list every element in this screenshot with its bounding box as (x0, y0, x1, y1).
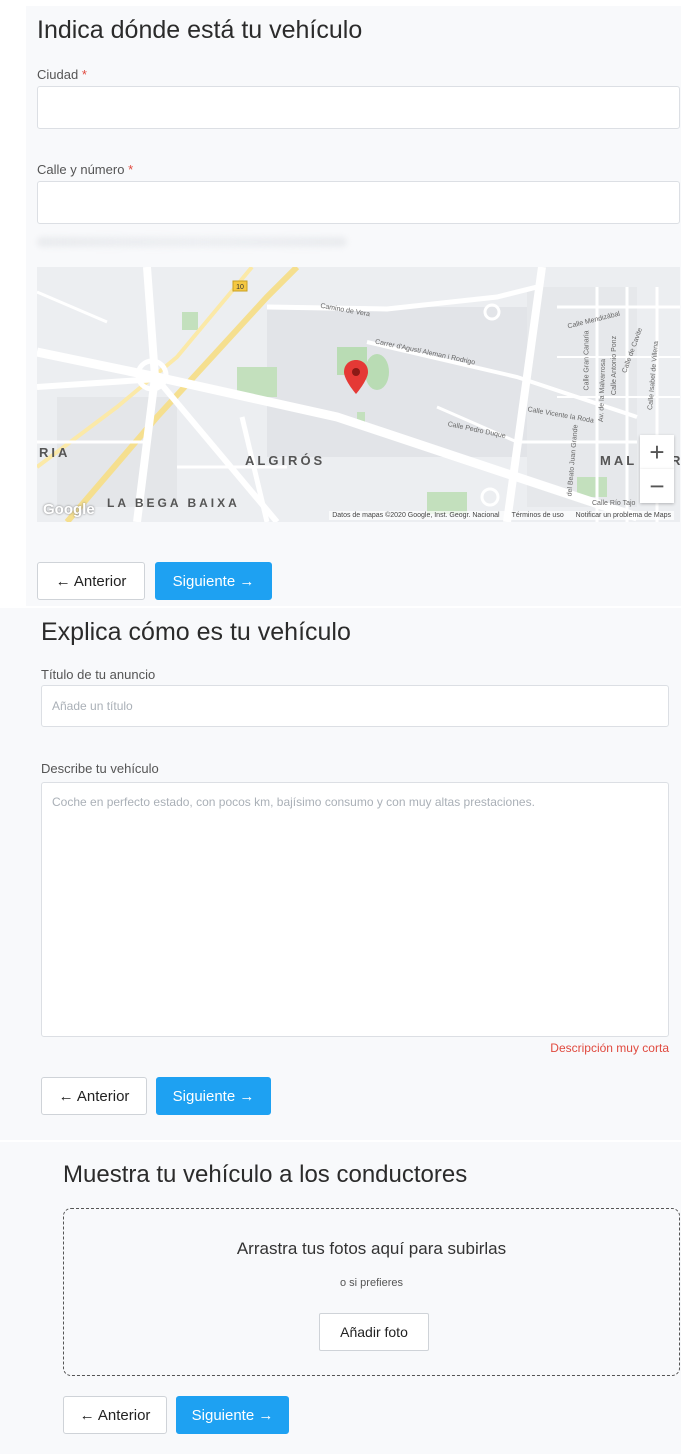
street-label-antonio-ponz: Calle Antonio Ponz (611, 335, 619, 396)
location-next-button[interactable]: Siguiente → (155, 562, 272, 600)
street-label: Calle y número * (37, 162, 134, 177)
dropzone-text: Arrastra tus fotos aquí para subirlas (236, 1239, 507, 1258)
dropzone-or-text: o si prefieres (340, 1277, 403, 1289)
description-title: Explica cómo es tu vehículo (41, 618, 351, 646)
district-label-algiros: ALGIRÓS (245, 453, 326, 468)
location-title: Indica dónde está tu vehículo (37, 16, 363, 44)
description-prev-button[interactable]: ← Anterior (41, 1077, 147, 1115)
district-label-ria: RIA (39, 445, 71, 460)
map-report-link[interactable]: Notificar un problema de Maps (576, 512, 671, 519)
district-label-la-bega-baixa: LA BEGA BAIXA (107, 496, 240, 510)
photo-dropzone[interactable]: Arrastra tus fotos aquí para subirlas o … (63, 1208, 680, 1376)
zoom-in-icon[interactable]: + (640, 435, 674, 469)
add-photo-button[interactable]: Añadir foto (319, 1313, 429, 1351)
city-input[interactable] (37, 86, 680, 129)
district-label-mal: MAL (600, 453, 638, 468)
photos-prev-button[interactable]: ← Anterior (63, 1396, 167, 1434)
road-shield: 10 (236, 284, 244, 291)
photos-next-button[interactable]: Siguiente → (176, 1396, 289, 1434)
city-label: Ciudad * (37, 67, 87, 82)
map[interactable]: 10 ALGIRÓS LA BEGA BAIXA RIA MAL R Camin… (37, 267, 680, 522)
map-roads: 10 (37, 267, 680, 522)
city-required-mark: * (81, 67, 87, 82)
vehicle-description-textarea[interactable]: Coche en perfecto estado, con pocos km, … (41, 782, 669, 1037)
street-label-gran-canaria: Calle Gran Canaria (583, 330, 591, 391)
zoom-out-icon[interactable]: − (640, 469, 674, 503)
street-required-mark: * (128, 162, 134, 177)
map-marker-icon[interactable] (344, 360, 368, 394)
vehicle-description-label: Describe tu vehículo (41, 761, 159, 776)
ad-title-label: Título de tu anuncio (41, 667, 156, 682)
description-error: Descripción muy corta (550, 1041, 669, 1055)
map-terms-link[interactable]: Términos de uso (512, 512, 564, 519)
map-attribution: Datos de mapas ©2020 Google, Inst. Geogr… (329, 511, 674, 520)
description-next-button[interactable]: Siguiente → (156, 1077, 271, 1115)
blurred-address-hint (37, 237, 347, 247)
street-input[interactable] (37, 181, 680, 224)
ad-title-input[interactable]: Añade un título (41, 685, 669, 727)
google-logo: Google (43, 501, 95, 518)
photos-title: Muestra tu vehículo a los conductores (63, 1161, 468, 1188)
street-label-rio-tajo: Calle Río Tajo (592, 500, 636, 507)
location-prev-button[interactable]: ← Anterior (37, 562, 145, 600)
